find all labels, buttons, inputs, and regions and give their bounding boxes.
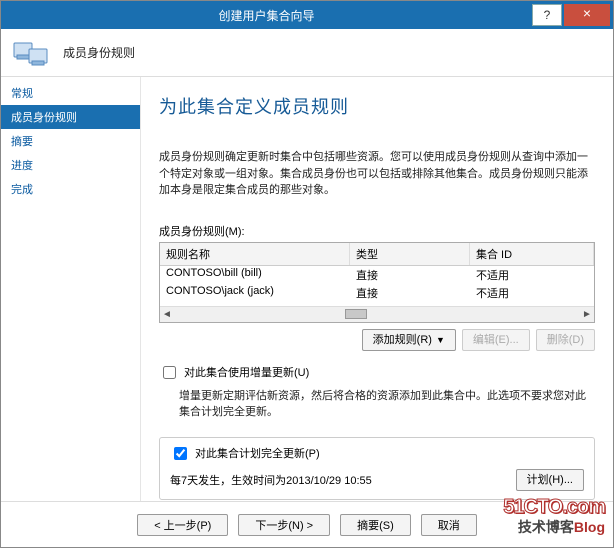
schedule-button[interactable]: 计划(H)... <box>516 469 584 491</box>
window-title: 创建用户集合向导 <box>1 7 532 24</box>
rules-label: 成员身份规则(M): <box>159 223 595 239</box>
incremental-checkbox[interactable] <box>163 366 176 379</box>
sidebar-item-summary[interactable]: 摘要 <box>1 129 140 153</box>
incremental-hint: 增量更新定期评估新资源，然后将合格的资源添加到此集合中。此选项不要求您对此集合计… <box>179 388 595 421</box>
cell-type: 直接 <box>350 266 470 284</box>
wizard-header: 成员身份规则 <box>1 29 613 77</box>
col-header-type[interactable]: 类型 <box>350 243 470 265</box>
rules-grid-header: 规则名称 类型 集合 ID <box>160 243 594 266</box>
delete-rule-button[interactable]: 删除(D) <box>536 329 595 351</box>
help-button[interactable]: ? <box>532 4 562 26</box>
cell-name: CONTOSO\jack (jack) <box>160 284 350 302</box>
add-rule-button[interactable]: 添加规则(R) ▼ <box>362 329 456 351</box>
summary-button[interactable]: 摘要(S) <box>340 514 411 536</box>
scroll-thumb[interactable] <box>345 309 367 319</box>
close-button[interactable]: × <box>564 4 610 26</box>
scroll-track[interactable] <box>174 309 580 319</box>
cell-type: 直接 <box>350 284 470 302</box>
sidebar-item-membership-rules[interactable]: 成员身份规则 <box>1 105 140 129</box>
full-update-checkbox[interactable] <box>174 447 187 460</box>
page-title: 为此集合定义成员规则 <box>159 93 595 119</box>
wizard-window: 创建用户集合向导 ? × 成员身份规则 常规 成员身份规则 摘要 进度 完成 为… <box>0 0 614 548</box>
incremental-update-row: 对此集合使用增量更新(U) <box>159 363 595 382</box>
sidebar-item-progress[interactable]: 进度 <box>1 153 140 177</box>
add-rule-label: 添加规则(R) <box>373 332 432 348</box>
cell-name: CONTOSO\bill (bill) <box>160 266 350 284</box>
wizard-footer: < 上一步(P) 下一步(N) > 摘要(S) 取消 <box>1 501 613 547</box>
sidebar-item-completion[interactable]: 完成 <box>1 177 140 201</box>
horizontal-scrollbar[interactable]: ◄ ► <box>160 306 594 322</box>
rules-grid-body: CONTOSO\bill (bill) 直接 不适用 CONTOSO\jack … <box>160 266 594 306</box>
titlebar: 创建用户集合向导 ? × <box>1 1 613 29</box>
next-button[interactable]: 下一步(N) > <box>238 514 330 536</box>
incremental-label: 对此集合使用增量更新(U) <box>184 364 309 380</box>
full-update-label: 对此集合计划完全更新(P) <box>195 445 320 461</box>
col-header-name[interactable]: 规则名称 <box>160 243 350 265</box>
cell-id: 不适用 <box>470 284 594 302</box>
edit-rule-button[interactable]: 编辑(E)... <box>462 329 530 351</box>
sidebar-item-general[interactable]: 常规 <box>1 81 140 105</box>
table-row[interactable]: CONTOSO\bill (bill) 直接 不适用 <box>160 266 594 284</box>
col-header-id[interactable]: 集合 ID <box>470 243 594 265</box>
cell-id: 不适用 <box>470 266 594 284</box>
prev-button[interactable]: < 上一步(P) <box>137 514 228 536</box>
table-row[interactable]: CONTOSO\jack (jack) 直接 不适用 <box>160 284 594 302</box>
rules-grid: 规则名称 类型 集合 ID CONTOSO\bill (bill) 直接 不适用… <box>159 242 595 323</box>
chevron-down-icon: ▼ <box>436 332 445 348</box>
page-description: 成员身份规则确定更新时集合中包括哪些资源。您可以使用成员身份规则从查询中添加一个… <box>159 149 595 199</box>
full-update-panel: 对此集合计划完全更新(P) 每7天发生，生效时间为2013/10/29 10:5… <box>159 437 595 500</box>
rule-buttons: 添加规则(R) ▼ 编辑(E)... 删除(D) <box>159 329 595 351</box>
wizard-sidebar: 常规 成员身份规则 摘要 进度 完成 <box>1 77 141 501</box>
scroll-left-icon[interactable]: ◄ <box>160 309 174 320</box>
main-panel: 为此集合定义成员规则 成员身份规则确定更新时集合中包括哪些资源。您可以使用成员身… <box>141 77 613 501</box>
collections-icon <box>13 37 49 69</box>
schedule-text: 每7天发生，生效时间为2013/10/29 10:55 <box>170 472 372 488</box>
header-section-label: 成员身份规则 <box>63 44 135 61</box>
cancel-button[interactable]: 取消 <box>421 514 477 536</box>
scroll-right-icon[interactable]: ► <box>580 309 594 320</box>
